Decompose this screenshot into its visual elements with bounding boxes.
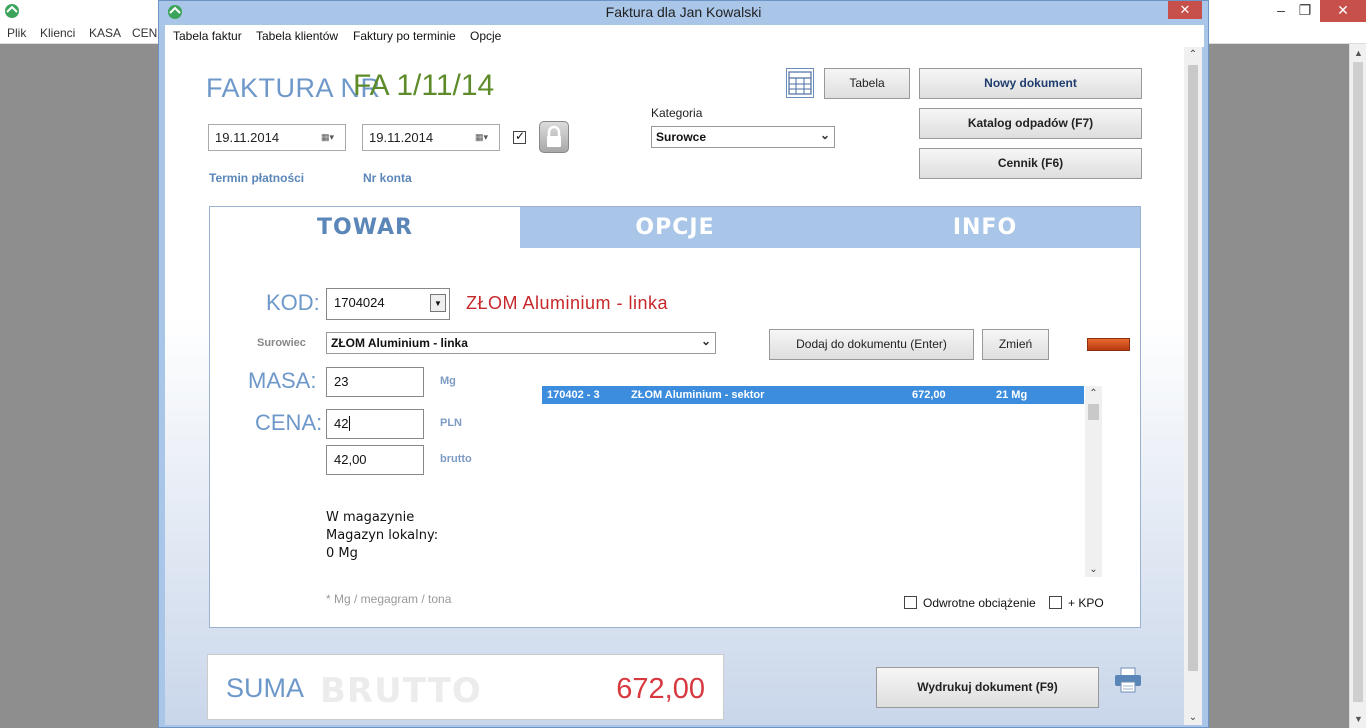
chevron-down-icon: ⌄ xyxy=(700,334,711,348)
brutto-label: BRUTTO xyxy=(320,671,482,711)
window-title: Faktura dla Jan Kowalski xyxy=(605,4,762,20)
items-list[interactable]: 170402 - 3 ZŁOM Aluminium - sektor 672,0… xyxy=(542,386,1102,577)
invoice-number: FA 1/11/14 xyxy=(353,69,495,102)
kod-combo[interactable]: 1704024 ▼ xyxy=(326,288,450,320)
window-titlebar: Faktura dla Jan Kowalski ✕ xyxy=(159,1,1208,23)
reverse-charge-label: Odwrotne obciążenie xyxy=(923,596,1036,610)
stock-line-3: 0 Mg xyxy=(326,546,358,561)
menu-opcje[interactable]: Opcje xyxy=(470,29,501,43)
menu-tabela-faktur[interactable]: Tabela faktur xyxy=(173,29,242,43)
menu-faktury-po-terminie[interactable]: Faktury po terminie xyxy=(353,29,456,43)
new-document-button[interactable]: Nowy dokument xyxy=(919,68,1142,99)
price-list-button[interactable]: Cennik (F6) xyxy=(919,148,1142,179)
bg-menu-cen[interactable]: CEN xyxy=(132,26,157,40)
lock-icon xyxy=(547,125,561,147)
scroll-up-icon[interactable]: ▲ xyxy=(1350,48,1366,58)
close-button[interactable]: ✕ xyxy=(1320,0,1366,22)
maximize-button[interactable]: ❐ xyxy=(1290,0,1320,22)
date-due-field[interactable]: 19.11.2014 ▦▾ xyxy=(362,124,500,151)
scroll-thumb[interactable] xyxy=(1353,62,1363,702)
print-document-button[interactable]: Wydrukuj dokument (F9) xyxy=(876,667,1099,708)
kod-label: KOD: xyxy=(266,290,320,315)
add-to-document-button[interactable]: Dodaj do dokumentu (Enter) xyxy=(769,329,974,360)
stock-info: W magazynie Magazyn lokalny: 0 Mg xyxy=(326,509,438,563)
change-button[interactable]: Zmień xyxy=(982,329,1049,360)
bg-menu-plik[interactable]: Plik xyxy=(7,26,26,40)
kategoria-select[interactable]: Surowce ⌄ xyxy=(651,126,835,148)
date-checkbox[interactable] xyxy=(513,129,526,144)
waste-catalog-button[interactable]: Katalog odpadów (F7) xyxy=(919,108,1142,139)
invoice-window: Faktura dla Jan Kowalski ✕ Tabela faktur… xyxy=(158,0,1209,728)
date-issue-value: 19.11.2014 xyxy=(215,130,280,145)
calendar-icon[interactable]: ▦▾ xyxy=(475,132,495,144)
list-scrollbar[interactable]: ⌃ ⌄ xyxy=(1085,386,1102,577)
date-due-value: 19.11.2014 xyxy=(369,130,434,145)
masa-unit: Mg xyxy=(440,375,456,387)
lock-button[interactable] xyxy=(539,121,569,153)
masa-value: 23 xyxy=(334,374,349,389)
window-scrollbar[interactable]: ⌃ ⌄ xyxy=(1184,47,1202,725)
bg-menu-kasa[interactable]: KASA xyxy=(89,26,121,40)
tab-towar[interactable]: TOWAR xyxy=(210,207,520,248)
window-menubar: Tabela faktur Tabela klientów Faktury po… xyxy=(165,25,1204,47)
app-logo-icon xyxy=(5,4,19,18)
item-name: ZŁOM Aluminium - sektor xyxy=(631,389,765,401)
color-swatch[interactable] xyxy=(1087,338,1130,351)
cena-value: 42 xyxy=(334,416,349,431)
kpo-label: + KPO xyxy=(1068,596,1104,610)
scroll-thumb[interactable] xyxy=(1188,65,1198,671)
masa-label: MASA: xyxy=(248,368,317,393)
list-item[interactable]: 170402 - 3 ZŁOM Aluminium - sektor 672,0… xyxy=(542,386,1084,404)
surowiec-select[interactable]: ZŁOM Aluminium - linka ⌄ xyxy=(326,332,716,354)
total-value: 672,00 xyxy=(616,673,705,705)
reverse-charge-checkbox[interactable] xyxy=(904,596,917,609)
total-box: SUMA BRUTTO 672,00 xyxy=(207,654,724,720)
cena-unit: PLN xyxy=(440,417,462,429)
item-panel: TOWAR OPCJE INFO KOD: 1704024 ▼ ZŁOM Alu… xyxy=(209,206,1141,628)
scroll-down-icon[interactable]: ▼ xyxy=(1350,714,1366,724)
background-scrollbar[interactable]: ▲ ▼ xyxy=(1349,44,1366,728)
brutto-unit: brutto xyxy=(440,453,472,465)
stock-line-1: W magazynie xyxy=(326,510,415,525)
scroll-up-icon[interactable]: ⌃ xyxy=(1085,388,1102,399)
stock-line-2: Magazyn lokalny: xyxy=(326,528,439,543)
product-name: ZŁOM Aluminium - linka xyxy=(466,293,669,313)
bg-menu-klienci[interactable]: Klienci xyxy=(40,26,75,40)
item-code: 170402 - 3 xyxy=(547,389,600,401)
cena-input[interactable]: 42 xyxy=(326,409,424,439)
item-price: 672,00 xyxy=(912,389,946,401)
brutto-value: 42,00 xyxy=(334,452,367,467)
tab-opcje[interactable]: OPCJE xyxy=(520,207,830,248)
nr-konta-label: Nr konta xyxy=(363,171,412,185)
termin-platnosci-label: Termin płatności xyxy=(209,171,305,185)
kategoria-label: Kategoria xyxy=(651,106,703,120)
kod-value: 1704024 xyxy=(334,295,385,310)
scroll-down-icon[interactable]: ⌄ xyxy=(1085,564,1102,575)
scroll-up-icon[interactable]: ⌃ xyxy=(1184,49,1202,60)
scroll-down-icon[interactable]: ⌄ xyxy=(1184,712,1202,723)
surowiec-value: ZŁOM Aluminium - linka xyxy=(331,336,468,350)
unit-note: * Mg / megagram / tona xyxy=(326,592,452,606)
cena-label: CENA: xyxy=(255,410,323,435)
chevron-down-icon: ⌄ xyxy=(819,128,830,142)
scroll-thumb[interactable] xyxy=(1088,404,1099,420)
chevron-down-icon[interactable]: ▼ xyxy=(430,294,446,312)
masa-input[interactable]: 23 xyxy=(326,367,424,397)
tab-info[interactable]: INFO xyxy=(830,207,1140,248)
grid-icon xyxy=(788,71,812,95)
brutto-input[interactable]: 42,00 xyxy=(326,445,424,475)
kategoria-value: Surowce xyxy=(656,130,707,144)
table-view-button[interactable] xyxy=(786,68,814,98)
calendar-icon[interactable]: ▦▾ xyxy=(321,132,341,144)
kpo-checkbox[interactable] xyxy=(1049,596,1062,609)
printer-icon[interactable] xyxy=(1113,666,1143,694)
window-content: FAKTURA NR FA 1/11/14 19.11.2014 ▦▾ 19.1… xyxy=(165,47,1184,725)
menu-tabela-klientow[interactable]: Tabela klientów xyxy=(256,29,338,43)
item-qty: 21 Mg xyxy=(996,389,1028,401)
suma-label: SUMA xyxy=(226,673,305,703)
tabela-button[interactable]: Tabela xyxy=(824,68,910,99)
surowiec-label: Surowiec xyxy=(257,337,306,349)
window-close-button[interactable]: ✕ xyxy=(1168,1,1202,19)
date-issue-field[interactable]: 19.11.2014 ▦▾ xyxy=(208,124,346,151)
